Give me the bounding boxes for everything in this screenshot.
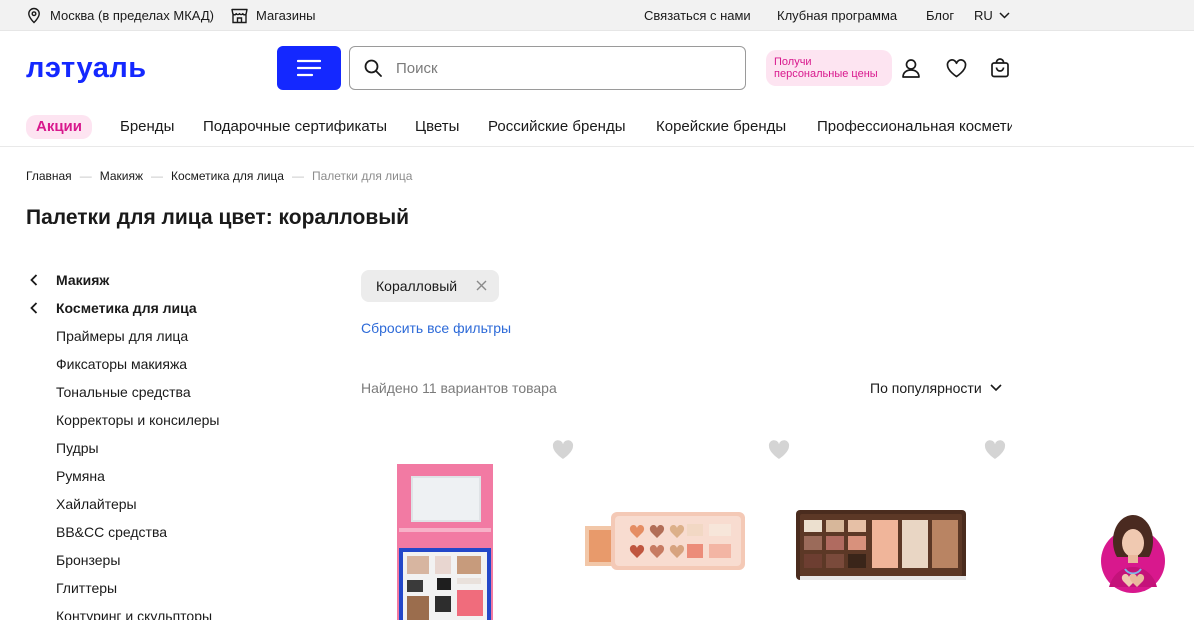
contact-label: Связаться с нами [644,8,751,23]
sidebar-parent-label: Макияж [56,272,110,288]
product-image [796,510,966,580]
search-bar [349,46,746,90]
nav-item-brands[interactable]: Бренды [120,115,174,139]
chevron-left-icon [30,302,38,314]
stores-link[interactable]: Магазины [231,0,316,31]
search-input[interactable] [396,59,716,77]
breadcrumb-separator: — [150,169,163,183]
personal-prices-promo[interactable]: Получи персональные цены [766,50,892,86]
filter-chip-label: Коралловый [376,278,458,294]
location-pin-icon [28,7,40,24]
results-count: Найдено 11 вариантов товара [361,380,557,396]
assistant-portrait [1101,515,1165,593]
filter-chip-coral[interactable]: Коралловый [361,270,499,302]
blog-link[interactable]: Блог [926,0,954,31]
svg-text:лэтуаль: лэтуаль [26,55,147,83]
sidebar-item-label: Корректоры и консилеры [56,412,220,428]
sidebar-item-label: Глиттеры [56,580,118,596]
sidebar-item-label: Тональные средства [56,384,191,400]
favorites-button[interactable] [945,57,967,79]
stores-label: Магазины [256,8,316,23]
nav-item-flowers[interactable]: Цветы [415,115,459,139]
breadcrumb-home[interactable]: Главная [26,169,72,183]
user-icon [902,59,920,78]
nav-item-korean-brands[interactable]: Корейские бренды [656,115,786,139]
club-program-label: Клубная программа [777,8,898,23]
chevron-left-icon [30,274,38,286]
reset-filters-link[interactable]: Сбросить все фильтры [361,320,511,336]
sort-dropdown[interactable]: По популярности [870,380,1002,396]
logo-wordmark: лэтуаль [26,52,147,84]
sidebar-item-label: BB&CC средства [56,524,168,540]
breadcrumb: Главная — Макияж — Косметика для лица — Палетк… [26,169,412,183]
product-card[interactable] [361,440,571,620]
location-selector[interactable]: Москва (в пределах МКАД) [26,0,214,31]
sidebar-item-label: Праймеры для лица [56,328,189,344]
close-icon[interactable] [476,280,487,291]
sort-label: По популярности [870,380,982,396]
breadcrumb-separator: — [291,169,304,183]
page-title: Палетки для лица цвет: коралловый [26,206,410,229]
account-button[interactable] [900,57,922,79]
language-selector[interactable]: RU [974,0,1010,31]
breadcrumb-current: Палетки для лица [311,169,413,183]
search-icon [364,59,382,77]
promo-line-1: Получи [774,56,812,68]
location-label: Москва (в пределах МКАД) [50,8,215,23]
virtual-assistant-avatar[interactable] [1101,509,1165,595]
header-divider [0,146,1194,147]
nav-item-gift-cards[interactable]: Подарочные сертификаты [203,115,387,139]
chevron-down-icon [990,384,1002,392]
promo-line-2: персональные цены [774,68,878,80]
sidebar-item-label: Фиксаторы макияжа [56,356,188,372]
chevron-down-icon [999,12,1010,19]
product-card[interactable] [792,440,1002,620]
breadcrumb-separator: — [79,169,92,183]
sidebar-parent-label: Косметика для лица [56,300,197,316]
club-program-link[interactable]: Клубная программа [777,0,897,31]
catalog-menu-button[interactable] [277,46,341,90]
sidebar-item-label: Хайлайтеры [56,496,137,512]
blog-label: Блог [926,8,955,23]
heart-icon [946,58,966,77]
product-card[interactable] [577,440,787,620]
top-bar: Москва (в пределах МКАД) Магазины Связат… [0,0,1194,31]
store-icon [231,8,248,23]
nav-item-russian-brands[interactable]: Российские бренды [488,115,626,139]
nav-item-promo[interactable]: Акции [26,115,93,139]
menu-icon [297,59,321,77]
nav-item-professional[interactable]: Профессиональная косметика [817,115,1012,139]
breadcrumb-face[interactable]: Косметика для лица [171,169,284,183]
contact-link[interactable]: Связаться с нами [644,0,751,31]
category-nav: Акции Бренды Подарочные сертификаты Цвет… [0,110,1012,144]
cart-icon [991,58,1009,78]
breadcrumb-makeup[interactable]: Макияж [100,169,143,183]
sidebar-item-label: Контуринг и скульпторы [56,608,213,620]
logo[interactable]: лэтуаль [26,52,198,88]
sidebar-item-label: Румяна [56,468,105,484]
product-image [397,464,493,620]
product-image [585,512,745,570]
cart-button[interactable] [989,57,1011,79]
sidebar-item-label: Пудры [56,440,99,456]
language-label: RU [974,8,993,23]
sidebar-item-label: Бронзеры [56,552,121,568]
